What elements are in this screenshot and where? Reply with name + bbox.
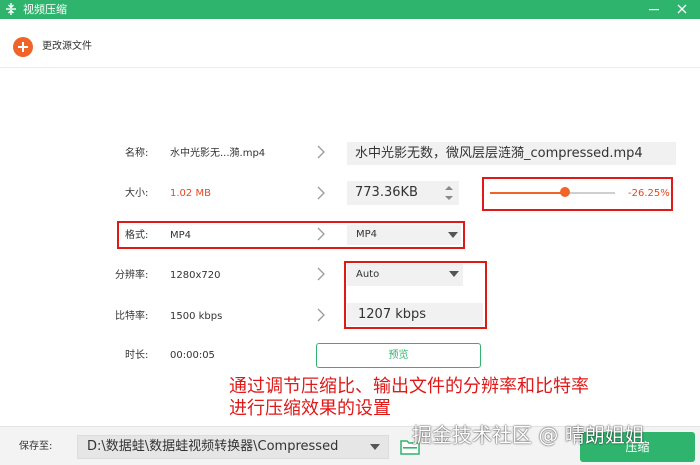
resolution-dropdown[interactable]: Auto [347, 264, 463, 286]
caret-down-icon [449, 271, 459, 277]
caret-down-icon[interactable] [370, 444, 380, 451]
resolution-label: 分辨率: [115, 270, 149, 281]
change-source-label: 更改源文件 [42, 41, 92, 52]
slider-fill [490, 192, 565, 194]
compression-slider[interactable] [490, 192, 615, 194]
save-path-field[interactable]: D:\数据蛙\数据蛙视频转换器\Compressed [77, 435, 389, 459]
close-icon[interactable] [675, 2, 689, 16]
source-size: 1.02 MB [170, 188, 211, 199]
title-bar: 视频压缩 [0, 0, 700, 19]
size-stepper[interactable] [441, 182, 457, 204]
source-format: MP4 [170, 230, 192, 241]
compression-percent: -26.25% [628, 188, 670, 199]
bitrate-label: 比特率: [115, 311, 149, 322]
chevron-right-icon [317, 267, 325, 281]
chevron-right-icon [317, 186, 325, 200]
bitrate-field[interactable]: 1207 kbps [347, 303, 483, 326]
source-resolution: 1280x720 [170, 270, 221, 281]
compress-icon [6, 3, 16, 15]
format-dropdown[interactable]: MP4 [347, 225, 461, 245]
chevron-right-icon [317, 308, 325, 322]
annotation-text: 通过调节压缩比、输出文件的分辨率和比特率进行压缩效果的设置 [229, 376, 589, 419]
duration-label: 时长: [125, 350, 149, 361]
plus-icon [13, 37, 33, 57]
duration-value: 00:00:05 [170, 350, 215, 361]
window-title: 视频压缩 [23, 3, 67, 16]
caret-down-icon [448, 232, 458, 238]
source-bitrate: 1500 kbps [170, 311, 223, 322]
size-label: 大小: [125, 188, 149, 199]
preview-button[interactable]: 预览 [316, 343, 481, 368]
toolbar-divider [0, 67, 700, 68]
format-label: 格式: [125, 230, 149, 241]
watermark-text: 掘金技术社区 @ 晴朗姐姐 [412, 423, 645, 447]
slider-thumb[interactable] [560, 187, 570, 197]
output-name-field[interactable]: 水中光影无数，微风层层涟漪_compressed.mp4 [347, 142, 676, 165]
save-to-label: 保存至: [19, 441, 53, 452]
minimize-icon[interactable] [647, 2, 661, 16]
chevron-right-icon [317, 227, 325, 241]
chevron-right-icon [317, 145, 325, 159]
source-name: 水中光影无...漪.mp4 [170, 148, 266, 159]
name-label: 名称: [125, 148, 149, 159]
